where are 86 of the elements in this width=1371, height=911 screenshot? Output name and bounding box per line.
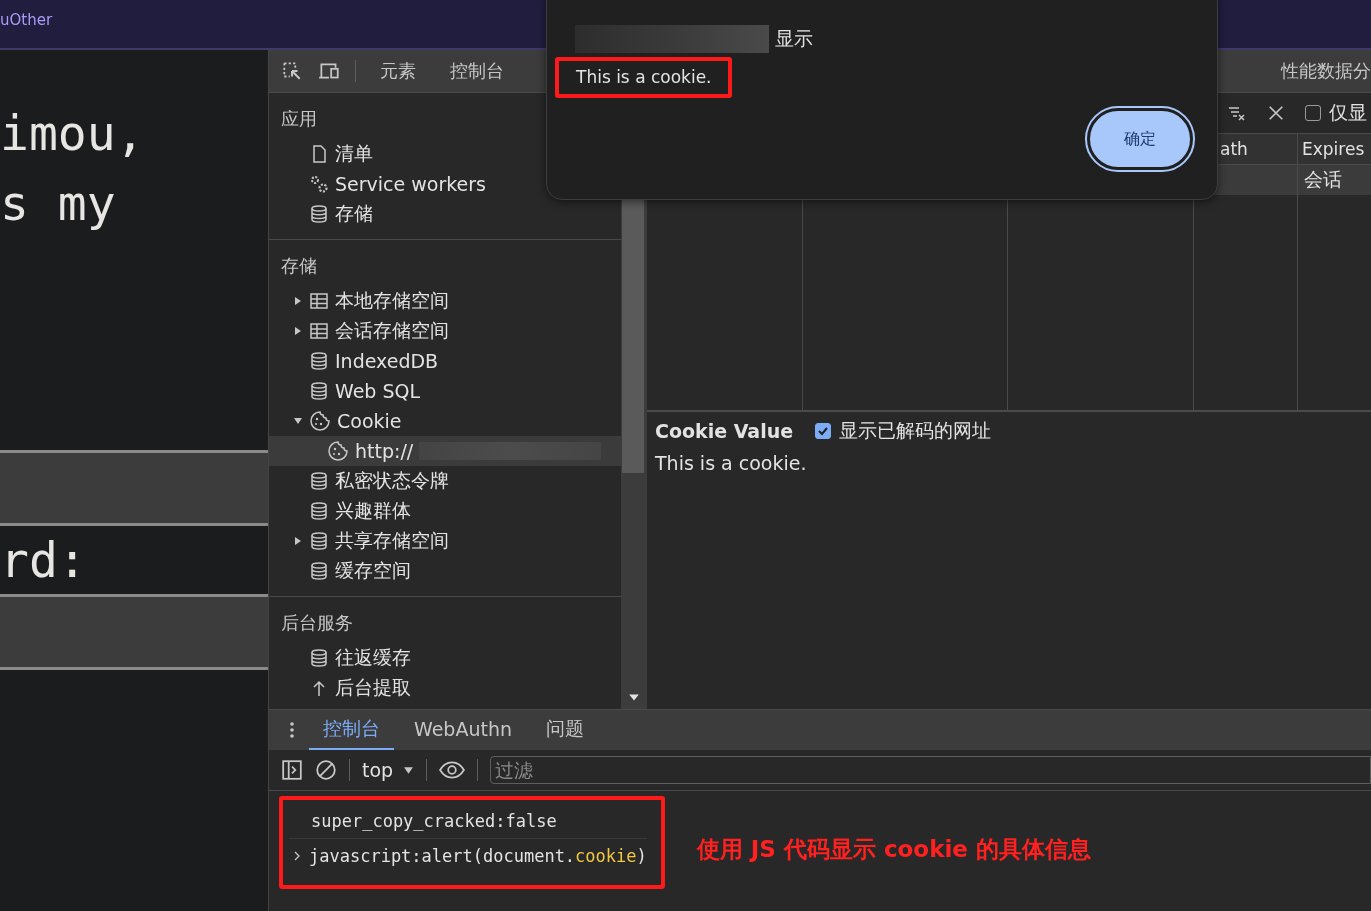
expand-arrow-icon[interactable]: [293, 326, 303, 336]
browser-tab-title[interactable]: uOther: [0, 11, 53, 29]
item-label: IndexedDB: [335, 350, 439, 372]
sidebar-item[interactable]: 存储: [269, 199, 621, 229]
section-heading: 后台服务: [280, 611, 354, 635]
sidebar-item[interactable]: 共享存储空间: [269, 526, 621, 556]
item-label: Web SQL: [335, 380, 421, 402]
input-field[interactable]: [0, 594, 268, 670]
drawer-tab[interactable]: 问题: [532, 710, 598, 750]
item-label: http://: [355, 440, 414, 462]
checkbox-label: 仅显: [1329, 100, 1367, 125]
item-label: 往返缓存: [335, 645, 411, 670]
sidebar-item[interactable]: 清单: [269, 139, 621, 169]
database-icon: [309, 531, 329, 551]
console-line: super_copy_cracked:false: [311, 811, 557, 831]
expand-arrow-icon[interactable]: [293, 536, 303, 546]
sidebar-item[interactable]: 本地存储空间: [269, 286, 621, 316]
drawer-tab[interactable]: WebAuthn: [400, 710, 526, 750]
database-icon: [309, 648, 329, 668]
annotation-text: 使用 JS 代码显示 cookie 的具体信息: [696, 835, 1091, 864]
console-line: javascript:alert(document.cookie): [309, 846, 647, 866]
sidebar-item[interactable]: Cookie: [269, 406, 621, 436]
drawer-tab[interactable]: 控制台: [309, 710, 394, 750]
sidebar-toggle-icon[interactable]: [281, 759, 303, 781]
item-label: 缓存空间: [335, 558, 411, 583]
eye-icon[interactable]: [439, 761, 466, 779]
item-label: 后台提取: [335, 675, 411, 700]
cookie-icon: [327, 440, 349, 462]
checkbox[interactable]: [1305, 105, 1321, 121]
sidebar-item[interactable]: 缓存空间: [269, 556, 621, 586]
section-heading: 应用: [280, 107, 318, 131]
panel-tab[interactable]: 控制台: [440, 59, 514, 83]
sidebar-item[interactable]: 私密状态令牌: [269, 466, 621, 496]
sidebar-item[interactable]: Service workers: [269, 169, 621, 199]
context-dropdown[interactable]: top: [362, 759, 415, 781]
sidebar-item[interactable]: http://: [269, 436, 621, 466]
sidebar-item[interactable]: 往返缓存: [269, 643, 621, 673]
panel-tab[interactable]: 元素: [370, 59, 426, 83]
item-label: 存储: [335, 201, 373, 226]
item-label: 共享存储空间: [335, 528, 449, 553]
table-cell-text: 会话: [1304, 167, 1342, 192]
column-header[interactable]: Expires: [1298, 134, 1371, 164]
item-label: 兴趣群体: [335, 498, 411, 523]
cookie-icon: [309, 410, 331, 432]
close-icon[interactable]: [1267, 104, 1285, 122]
more-options-icon[interactable]: [289, 720, 295, 740]
grid-icon: [309, 321, 329, 341]
sidebar-item[interactable]: 后台提取: [269, 673, 621, 703]
block-icon[interactable]: [315, 759, 337, 781]
item-label: 私密状态令牌: [335, 468, 449, 493]
section-heading: 存储: [280, 254, 318, 278]
panel-title: Cookie Value: [655, 420, 794, 442]
chevron-icon: [293, 850, 301, 862]
grid-icon: [309, 291, 329, 311]
item-label: 本地存储空间: [335, 288, 449, 313]
filter-field[interactable]: 过滤: [490, 756, 1371, 784]
inspect-icon[interactable]: [281, 60, 303, 82]
caret-icon[interactable]: [403, 764, 415, 776]
dialog-message: This is a cookie.: [576, 67, 712, 87]
item-label: Service workers: [335, 173, 486, 195]
database-icon: [309, 501, 329, 521]
sidebar-item[interactable]: IndexedDB: [269, 346, 621, 376]
database-icon: [309, 351, 329, 371]
expand-arrow-icon[interactable]: [293, 296, 303, 306]
panel-tab[interactable]: 性能数据分: [1271, 59, 1371, 83]
item-label: 清单: [335, 141, 373, 166]
sidebar-item[interactable]: 兴趣群体: [269, 496, 621, 526]
dialog-title: 显示: [775, 26, 813, 51]
input-field[interactable]: [0, 450, 268, 526]
heading-text: imou,: [0, 104, 146, 163]
checkbox[interactable]: [815, 423, 832, 439]
checkbox-label: 显示已解码的网址: [839, 418, 992, 443]
database-icon: [309, 381, 329, 401]
heading-text: s my: [0, 174, 117, 233]
database-icon: [309, 561, 329, 581]
field-label: rd:: [0, 531, 87, 590]
cookie-value-text: This is a cookie.: [655, 452, 808, 474]
collapse-arrow-icon[interactable]: [293, 416, 303, 426]
sidebar-item[interactable]: 会话存储空间: [269, 316, 621, 346]
ok-button[interactable]: 确定: [1087, 108, 1193, 170]
gears-icon: [309, 174, 329, 194]
item-label: 会话存储空间: [335, 318, 449, 343]
sidebar-item[interactable]: Web SQL: [269, 376, 621, 406]
database-icon: [309, 204, 329, 224]
database-icon: [309, 471, 329, 491]
item-label: Cookie: [337, 410, 402, 432]
